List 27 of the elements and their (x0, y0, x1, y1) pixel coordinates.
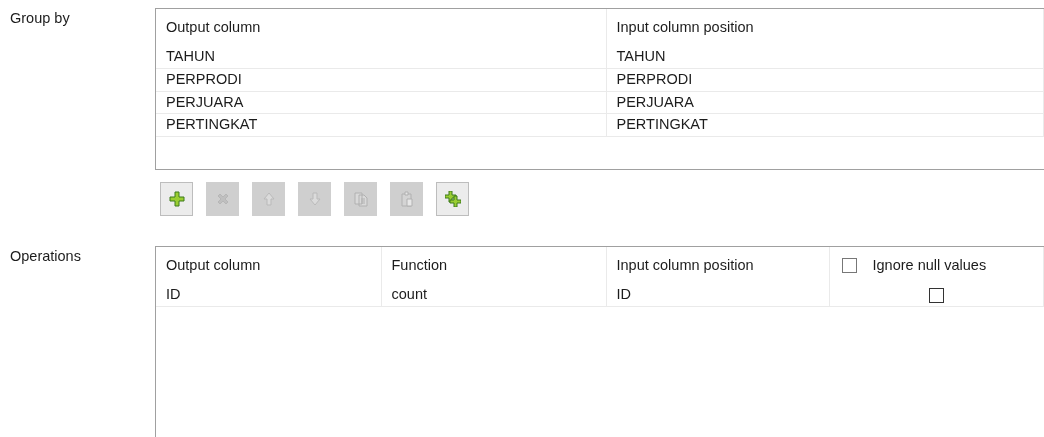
table-cell: PERTINGKAT (156, 113, 606, 137)
checkbox[interactable] (841, 258, 857, 274)
table-cell: PERPRODI (606, 68, 1044, 91)
table-cell: ID (606, 284, 829, 307)
table-cell: ID (156, 284, 381, 307)
table-cell: PERJUARA (606, 91, 1044, 114)
document-icon (352, 191, 369, 207)
table-cell: PERJUARA (156, 91, 606, 114)
table-cell: count (381, 284, 606, 307)
table-cell: TAHUN (156, 46, 606, 69)
add-button[interactable] (160, 182, 193, 216)
add-all-button[interactable] (436, 182, 469, 216)
checkbox[interactable] (928, 287, 944, 303)
table-cell: TAHUN (606, 46, 1044, 69)
clipboard-icon (398, 191, 415, 207)
double-plus-icon (444, 191, 461, 207)
section-label: Group by (10, 10, 70, 26)
table-cell: PERPRODI (156, 68, 606, 91)
column-header: Output column (166, 18, 261, 35)
section-label: Operations (10, 248, 81, 264)
column-header: Ignore null values (872, 256, 987, 273)
column-header: Input column position (616, 256, 754, 273)
column-header: Input column position (616, 18, 754, 35)
table-cell: PERTINGKAT (606, 113, 1044, 137)
column-header: Output column (166, 256, 261, 273)
column-header: Function (391, 256, 448, 273)
plus-icon (168, 191, 185, 207)
